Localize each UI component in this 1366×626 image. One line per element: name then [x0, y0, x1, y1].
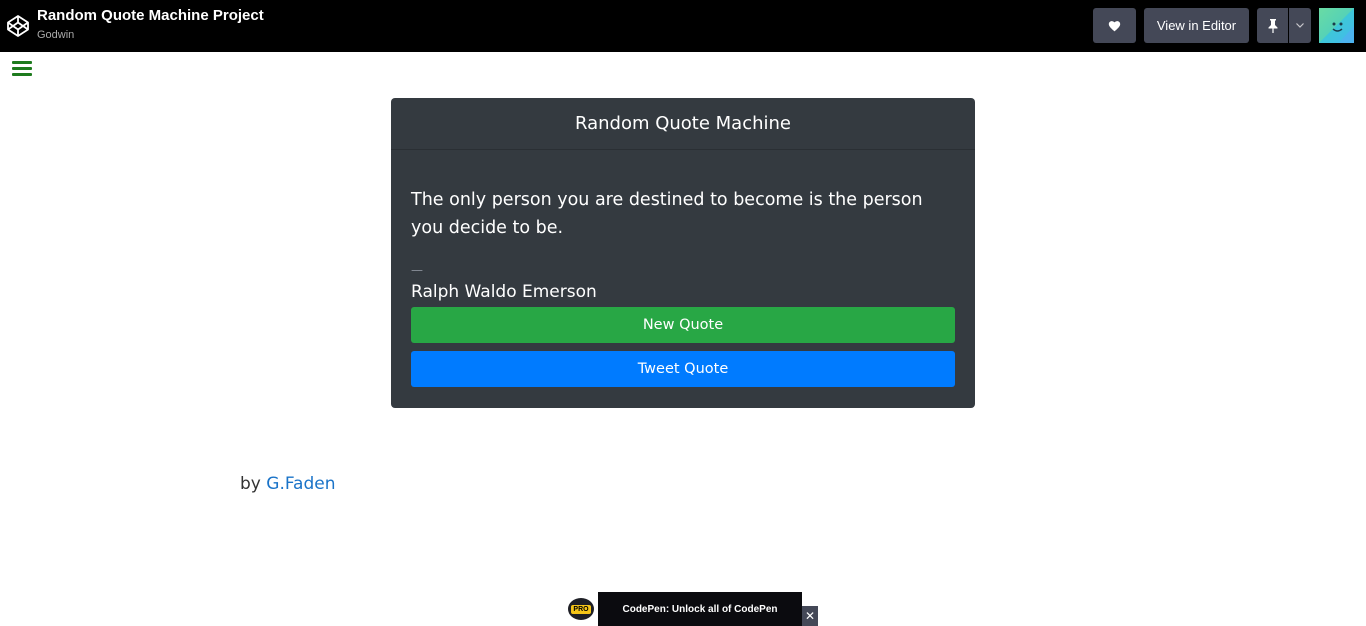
pen-author[interactable]: Godwin	[37, 29, 74, 41]
pen-title: Random Quote Machine Project	[37, 7, 264, 24]
codepen-logo-icon[interactable]	[6, 14, 30, 38]
author-link[interactable]: G.Faden	[266, 474, 335, 494]
quote-dash: —	[411, 263, 423, 277]
top-bar: Random Quote Machine Project Godwin View…	[0, 0, 1366, 52]
pin-dropdown-button[interactable]	[1289, 8, 1311, 43]
pro-badge[interactable]: PRO	[564, 592, 598, 626]
pro-badge-label: PRO	[571, 604, 591, 614]
tweet-quote-button[interactable]: Tweet Quote	[411, 351, 955, 387]
close-icon[interactable]: ✕	[802, 606, 818, 626]
card-title: Random Quote Machine	[391, 98, 975, 150]
quote-text: The only person you are destined to beco…	[411, 190, 923, 238]
pin-icon	[1268, 18, 1277, 33]
quote-box: Random Quote Machine The only person you…	[391, 98, 975, 408]
heart-button[interactable]	[1093, 8, 1136, 43]
promo-banner[interactable]: CodePen: Unlock all of CodePen	[598, 592, 802, 626]
byline-prefix: by	[240, 474, 267, 494]
pin-button[interactable]	[1257, 8, 1288, 43]
hamburger-menu-icon[interactable]	[12, 61, 32, 77]
view-in-editor-button[interactable]: View in Editor	[1144, 8, 1249, 43]
chevron-down-icon	[1296, 23, 1304, 28]
quote-author: Ralph Waldo Emerson	[411, 282, 597, 302]
byline: by G.Faden	[240, 474, 336, 494]
heart-icon	[1108, 20, 1121, 31]
user-avatar[interactable]	[1319, 8, 1354, 43]
new-quote-button[interactable]: New Quote	[411, 307, 955, 343]
